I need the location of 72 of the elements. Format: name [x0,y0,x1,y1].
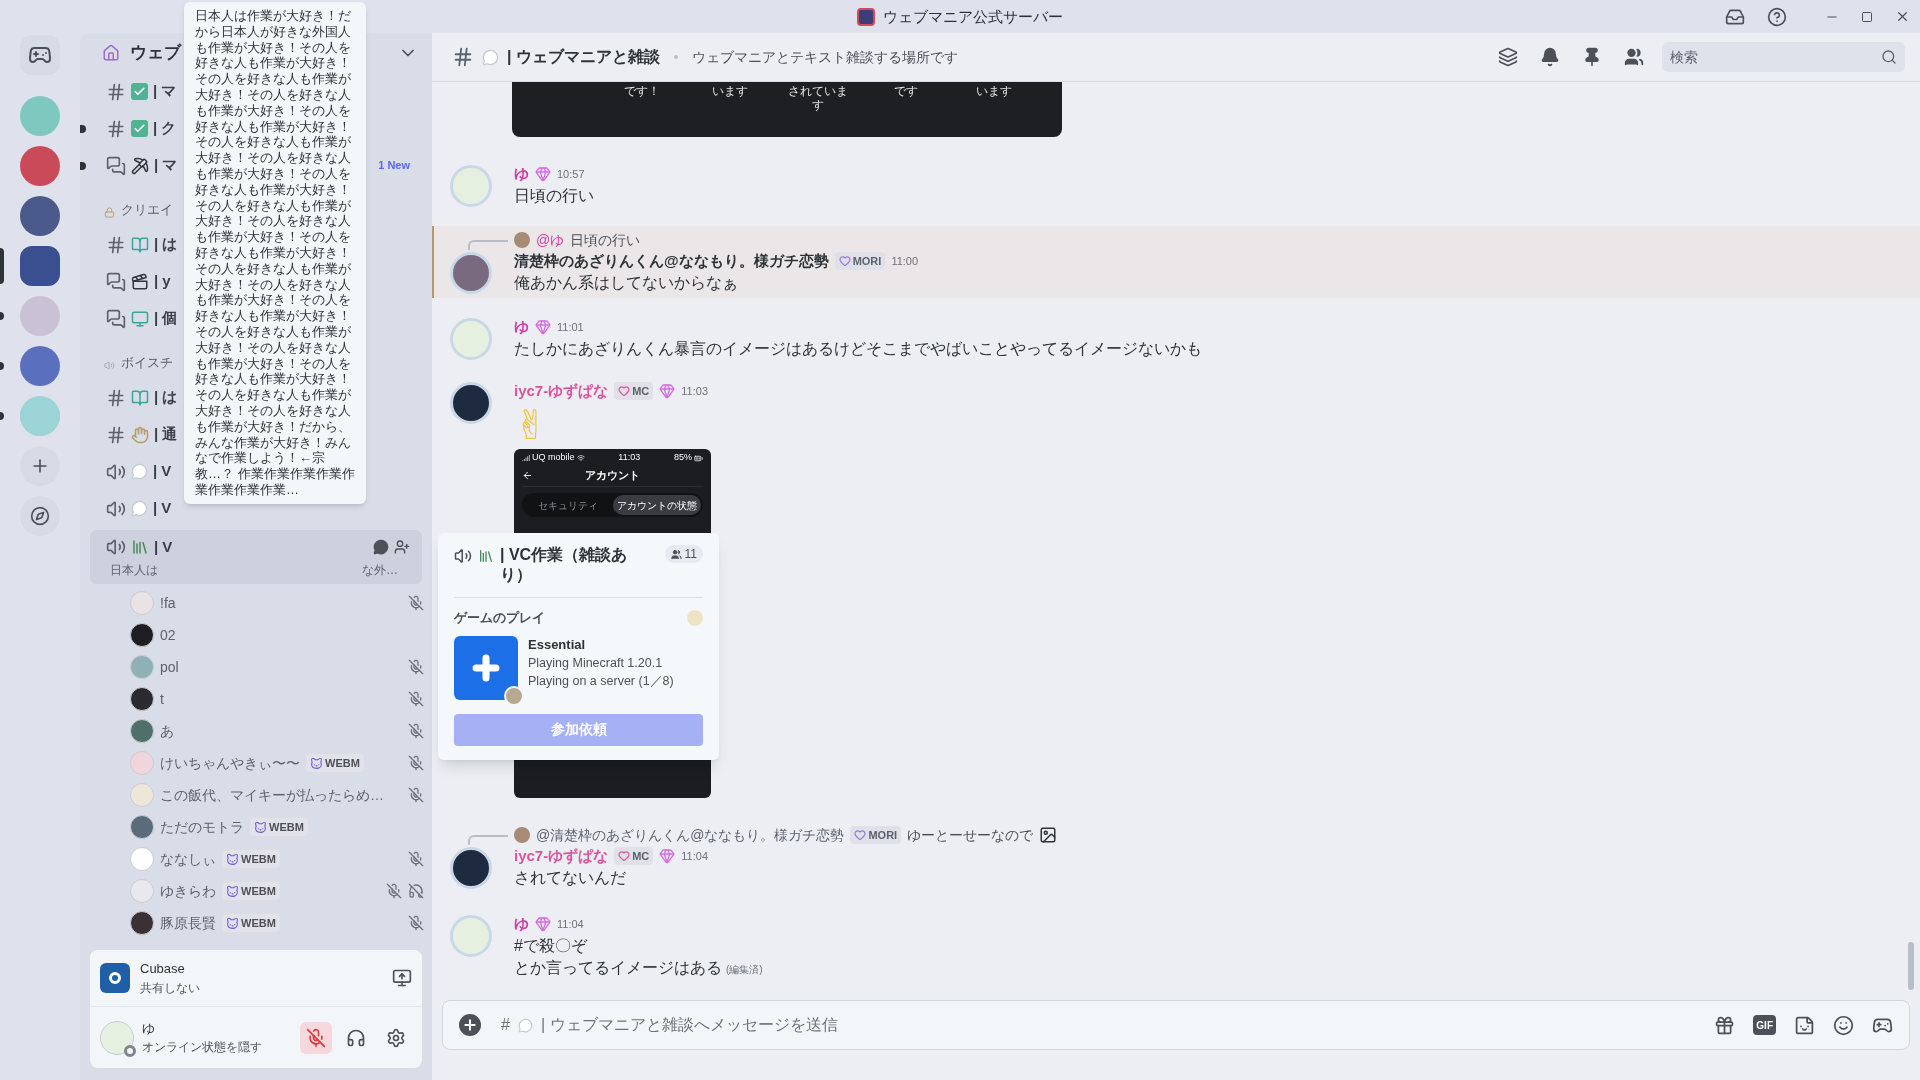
channel-name: | y [154,271,171,292]
message-text: #で殺〇ぞ [514,936,587,956]
game-detail: Playing on a server (1／8) [528,672,674,690]
timestamp: 11:01 [557,319,584,335]
role-label: WEBM [269,819,304,835]
embed-label: です！ [624,84,660,100]
channel-status: な外… [362,562,398,579]
popup-title: | VC作業（雑談あり） [500,545,629,585]
tooltip: 日本人は作業が大好き！だから日本人が好きな外国人も作業が大好き！その人を好きな人も作業が大好き！その人を好きな人も作業が大好き！その人を好きな人も作業が大好き！その人を好きな人も作業が大好き！その人を好きな人も作業が大好き！その人を好きな人も作業が大好き！その人を好きな人も作業が大好き！その人を好きな人も作業が大好き！その人を好きな人も作業が大好き！その人を好きな人も作業が大好き！その人を好きな人も作業が大好き！その人を好きな人も作業が大好き！その人を好きな人も作業が大好き！その人を好きな人も作業が大好き！その人を好きな人も作業が大好き！その人を好きな人も作業が大好き！その人を好きな人も作業が大好き！その人を好きな人も作業が大好き！だから、みんな作業が大好き！みんなで作業しよう！←宗教…？ 作業作業作業作業作業作業作業作業… [184,2,366,504]
channel-name: | V [154,536,173,557]
emoji: ✌ [514,402,549,449]
user-name: ただのモトラ [160,817,244,837]
timestamp: 11:04 [681,848,709,864]
role-label: MORI [852,253,882,269]
section-label: ゲームのプレイ [454,609,545,627]
timestamp: 11:03 [681,383,709,399]
channel-title: | ウェブマニアと雑談 [507,47,660,67]
user-name: 02 [160,625,176,645]
role-label: WEBM [241,883,276,899]
channel-name: | ク [153,118,177,139]
user-name: ゆきらわ [160,881,216,901]
channel-name: | マ [154,155,178,176]
role-label: WEBM [241,851,276,867]
timestamp: 11:04 [557,916,584,932]
game-name: Essential [528,635,587,654]
user-name: pol [160,657,179,677]
user-name: !fa [160,593,176,613]
member-count: 11 [684,546,697,563]
timestamp: 10:57 [557,166,585,182]
user-name: この飯代、マイキーが払ったらめ… [160,785,384,805]
role-label: WEBM [241,915,276,931]
role-label: MC [632,383,650,399]
edited-label: (編集済) [726,963,763,977]
message-text: されてないんだ [514,868,626,888]
role-label: WEBM [325,755,360,771]
channel-name: | 通 [154,424,178,445]
message-text: とか言ってるイメージはある [514,958,722,978]
embed-label: です [894,84,918,100]
user-name: 豚原長賢 [160,913,216,933]
user-name: ゆ [142,1019,156,1038]
message-text: たしかにあざりんくん暴言のイメージはあるけどそこまでやばいことやってるイメージないかも [514,339,1202,359]
activity-status: 共有しない [140,979,200,997]
carrier-text: UQ mobile [532,451,575,465]
clock-text: 11:03 [618,451,641,465]
message-text: 俺あかん系はしてないからなぁ [514,273,738,293]
channel-name: | は [154,234,178,255]
screen-title: アカウント [584,468,641,484]
timestamp: 11:00 [891,253,919,269]
window-title: ウェブマニア公式サーバー [883,7,1063,27]
embed-label: されています [787,84,849,114]
user-name: けいちゃんやきぃ〜〜 [160,753,300,773]
channel-name: | マ [153,81,177,102]
channel-name: | V [153,461,172,482]
user-name: ななしぃ [160,849,216,869]
activity-name: Cubase [140,960,186,979]
embed-label: います [976,84,1012,100]
channel-topic: ウェブマニアとテキスト雑談する場所です [691,47,958,67]
channel-prefix: # [501,1015,510,1035]
channel-name: | V [153,498,172,519]
user-status: オンライン状態を隠す [142,1039,262,1057]
message-text: 日頃の行い [514,186,594,206]
user-name: t [160,689,164,709]
role-label: MC [632,848,650,864]
user-name: あ [160,721,174,741]
channel-status: 日本人は [110,562,158,579]
battery-text: 85% [673,451,692,465]
channel-name: | は [154,387,178,408]
role-label: MORI [868,827,898,843]
game-detail: Playing Minecraft 1.20.1 [528,654,664,672]
embed-label: います [712,84,748,100]
channel-name: | 個 [154,308,178,329]
new-label: 1 New [378,158,410,174]
